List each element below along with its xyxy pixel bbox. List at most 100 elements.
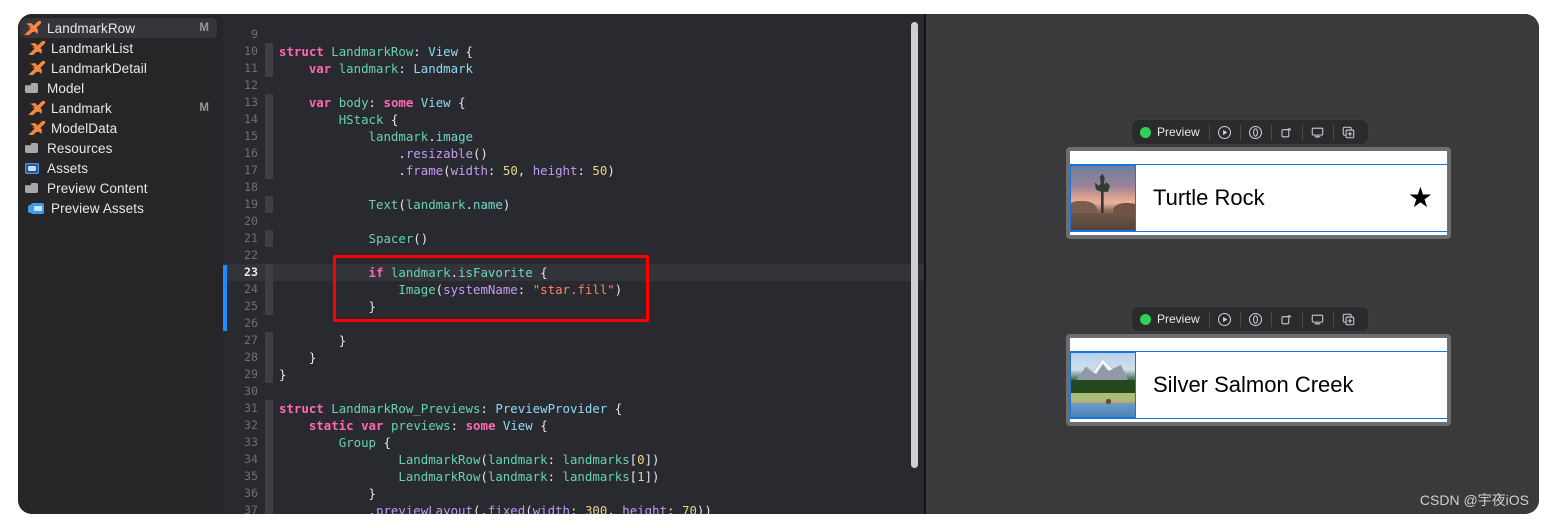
- sidebar-item-landmarklist[interactable]: LandmarkList: [18, 38, 223, 58]
- code-line[interactable]: 35 LandmarkRow(landmark: landmarks[1]): [223, 468, 924, 485]
- line-number: 17: [244, 163, 258, 177]
- line-number: 32: [244, 418, 258, 432]
- code-fold-ribbon: [265, 298, 273, 315]
- code-fold-ribbon: [265, 400, 273, 417]
- sidebar-item-label: LandmarkDetail: [51, 60, 147, 76]
- code-fold-ribbon: [265, 128, 273, 145]
- code-text: LandmarkRow(landmark: landmarks[0]): [398, 452, 660, 467]
- duplicate-preview-icon[interactable]: [1335, 308, 1363, 330]
- code-fold-ribbon: [265, 383, 273, 400]
- sidebar-item-model[interactable]: Model: [18, 78, 223, 98]
- code-text: HStack {: [338, 112, 399, 127]
- code-fold-ribbon: [265, 230, 273, 247]
- sidebar-item-landmarkrow[interactable]: LandmarkRow M: [20, 18, 217, 38]
- landmark-name: Turtle Rock: [1153, 185, 1265, 210]
- code-line[interactable]: 9: [223, 26, 924, 43]
- divider: [1208, 124, 1210, 140]
- divider: [1239, 124, 1241, 140]
- inspect-preview-icon[interactable]: [1242, 308, 1270, 330]
- sidebar-item-landmarkdetail[interactable]: LandmarkDetail: [18, 58, 223, 78]
- line-number: 13: [244, 95, 258, 109]
- sidebar-item-label: Assets: [47, 160, 89, 176]
- divider: [1332, 124, 1334, 140]
- code-fold-ribbon: [265, 77, 273, 94]
- folder-icon: [24, 81, 41, 95]
- code-line[interactable]: 17 .frame(width: 50, height: 50): [223, 162, 924, 179]
- editor-vertical-scrollbar[interactable]: [911, 22, 918, 468]
- code-line[interactable]: 32 static var previews: some View {: [223, 417, 924, 434]
- code-fold-ribbon: [265, 281, 273, 298]
- code-line[interactable]: 22: [223, 247, 924, 264]
- sidebar-item-preview-content[interactable]: Preview Content: [18, 178, 223, 198]
- landmark-row[interactable]: Silver Salmon Creek: [1070, 351, 1447, 419]
- preview-toolbar-2[interactable]: Preview: [1131, 306, 1369, 332]
- live-preview-icon[interactable]: [1211, 308, 1239, 330]
- code-text: struct LandmarkRow: View {: [279, 44, 474, 59]
- project-navigator-sidebar[interactable]: LandmarkRow M LandmarkList LandmarkDetai…: [18, 14, 223, 514]
- code-line[interactable]: 11 var landmark: Landmark: [223, 60, 924, 77]
- code-fold-ribbon: [265, 196, 273, 213]
- landmark-name: Silver Salmon Creek: [1153, 372, 1354, 397]
- duplicate-preview-icon[interactable]: [1335, 121, 1363, 143]
- sidebar-item-assets[interactable]: Assets: [18, 158, 223, 178]
- code-fold-ribbon: [265, 468, 273, 485]
- code-line[interactable]: 24 Image(systemName: "star.fill"): [223, 281, 924, 298]
- line-number: 16: [244, 146, 258, 160]
- divider: [1270, 124, 1272, 140]
- preview-card-turtle-rock[interactable]: Turtle Rock ★: [1066, 147, 1451, 239]
- line-number: 31: [244, 401, 258, 415]
- code-text: .resizable(): [398, 146, 488, 161]
- code-line[interactable]: 12: [223, 77, 924, 94]
- code-fold-ribbon: [265, 502, 273, 514]
- code-line[interactable]: 28 }: [223, 349, 924, 366]
- preview-on-device-icon[interactable]: [1304, 308, 1332, 330]
- code-line[interactable]: 33 Group {: [223, 434, 924, 451]
- code-line[interactable]: 30: [223, 383, 924, 400]
- code-line[interactable]: 19 Text(landmark.name): [223, 196, 924, 213]
- code-scroll-area[interactable]: 9 10 struct LandmarkRow: View {11 var land…: [223, 14, 924, 514]
- code-line[interactable]: 36 }: [223, 485, 924, 502]
- line-number: 14: [244, 112, 258, 126]
- preview-status-dot: [1140, 313, 1151, 325]
- code-line[interactable]: 18: [223, 179, 924, 196]
- code-fold-ribbon: [265, 145, 273, 162]
- rotate-device-icon[interactable]: [1273, 121, 1301, 143]
- code-line[interactable]: 15 landmark.image: [223, 128, 924, 145]
- line-number: 20: [244, 214, 258, 228]
- code-line[interactable]: 29}: [223, 366, 924, 383]
- sidebar-item-landmark[interactable]: Landmark M: [18, 98, 223, 118]
- code-line[interactable]: 23 if landmark.isFavorite {: [223, 264, 924, 281]
- code-fold-ribbon: [265, 349, 273, 366]
- sidebar-item-label: Resources: [47, 140, 113, 156]
- code-line[interactable]: 25 }: [223, 298, 924, 315]
- sidebar-item-modeldata[interactable]: ModelData: [18, 118, 223, 138]
- swiftui-preview-canvas[interactable]: Preview Turtle Rock ★ Preview Silver Sal…: [924, 14, 1539, 514]
- code-text: Spacer(): [368, 231, 429, 246]
- code-line[interactable]: 21 Spacer(): [223, 230, 924, 247]
- preview-toolbar-1[interactable]: Preview: [1131, 119, 1369, 145]
- rotate-device-icon[interactable]: [1273, 308, 1301, 330]
- code-line[interactable]: 34 LandmarkRow(landmark: landmarks[0]): [223, 451, 924, 468]
- code-text: Group {: [338, 435, 391, 450]
- code-line[interactable]: 14 HStack {: [223, 111, 924, 128]
- code-line[interactable]: 27 }: [223, 332, 924, 349]
- sidebar-item-resources[interactable]: Resources: [18, 138, 223, 158]
- code-line[interactable]: 31 struct LandmarkRow_Previews: PreviewPr…: [223, 400, 924, 417]
- preview-on-device-icon[interactable]: [1304, 121, 1332, 143]
- line-number: 34: [244, 452, 258, 466]
- landmark-row[interactable]: Turtle Rock ★: [1070, 164, 1447, 232]
- inspect-preview-icon[interactable]: [1242, 121, 1270, 143]
- preview-card-silver-salmon-creek[interactable]: Silver Salmon Creek: [1066, 334, 1451, 426]
- divider: [1332, 311, 1334, 327]
- code-line[interactable]: 26: [223, 315, 924, 332]
- code-line[interactable]: 10 struct LandmarkRow: View {: [223, 43, 924, 60]
- sidebar-item-preview-assets[interactable]: Preview Assets: [18, 198, 223, 218]
- code-line[interactable]: 20: [223, 213, 924, 230]
- live-preview-icon[interactable]: [1211, 121, 1239, 143]
- source-code-editor[interactable]: 9 10 struct LandmarkRow: View {11 var land…: [223, 14, 924, 514]
- divider: [1270, 311, 1272, 327]
- code-line[interactable]: 37 .previewLayout(.fixed(width: 300, hei…: [223, 502, 924, 514]
- line-number: 15: [244, 129, 258, 143]
- code-line[interactable]: 16 .resizable(): [223, 145, 924, 162]
- code-line[interactable]: 13 var body: some View {: [223, 94, 924, 111]
